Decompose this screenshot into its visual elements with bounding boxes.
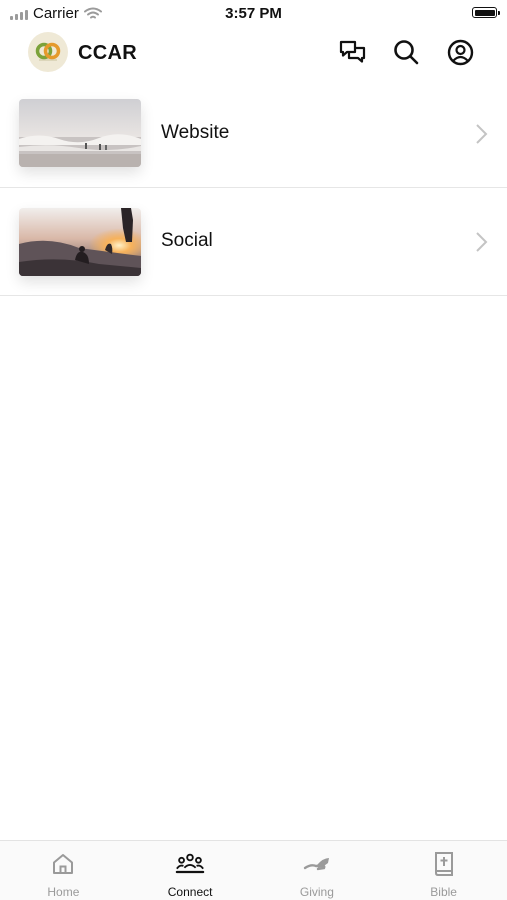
list-item-website[interactable]: Website	[0, 80, 507, 188]
chevron-right-icon	[476, 124, 488, 144]
tab-connect[interactable]: Connect	[127, 841, 254, 900]
app-title: CCAR	[78, 42, 137, 64]
bible-book-icon	[429, 851, 459, 877]
tab-bar: Home Connect Giving Bible	[0, 840, 507, 900]
tab-giving[interactable]: Giving	[254, 841, 381, 900]
app-screen: Carrier 3:57 PM CCAR Website Social Home…	[0, 0, 507, 900]
profile-icon[interactable]	[446, 38, 474, 66]
tab-label: Home	[47, 885, 80, 899]
battery-icon	[472, 7, 500, 18]
status-time: 3:57 PM	[225, 5, 282, 22]
connect-list: Website Social	[0, 80, 507, 296]
tab-bible[interactable]: Bible	[380, 841, 507, 900]
home-icon	[48, 851, 78, 877]
list-item-label: Social	[161, 230, 213, 251]
chat-bubbles-icon[interactable]	[338, 38, 366, 66]
status-bar: Carrier 3:57 PM	[0, 0, 507, 28]
sunset-silhouettes-photo	[19, 208, 141, 276]
list-item-label: Website	[161, 122, 230, 143]
people-group-icon	[175, 851, 205, 877]
list-item-social[interactable]: Social	[0, 188, 507, 296]
giving-hand-icon	[302, 851, 332, 877]
beach-waves-photo	[19, 99, 141, 167]
tab-home[interactable]: Home	[0, 841, 127, 900]
chevron-right-icon	[476, 232, 488, 252]
tab-label: Bible	[430, 885, 457, 899]
tab-label: Giving	[299, 885, 334, 899]
search-icon[interactable]	[392, 38, 420, 66]
app-header: CCAR	[0, 28, 507, 76]
ccar-logo-icon[interactable]	[28, 32, 68, 72]
tab-label: Connect	[167, 885, 213, 899]
